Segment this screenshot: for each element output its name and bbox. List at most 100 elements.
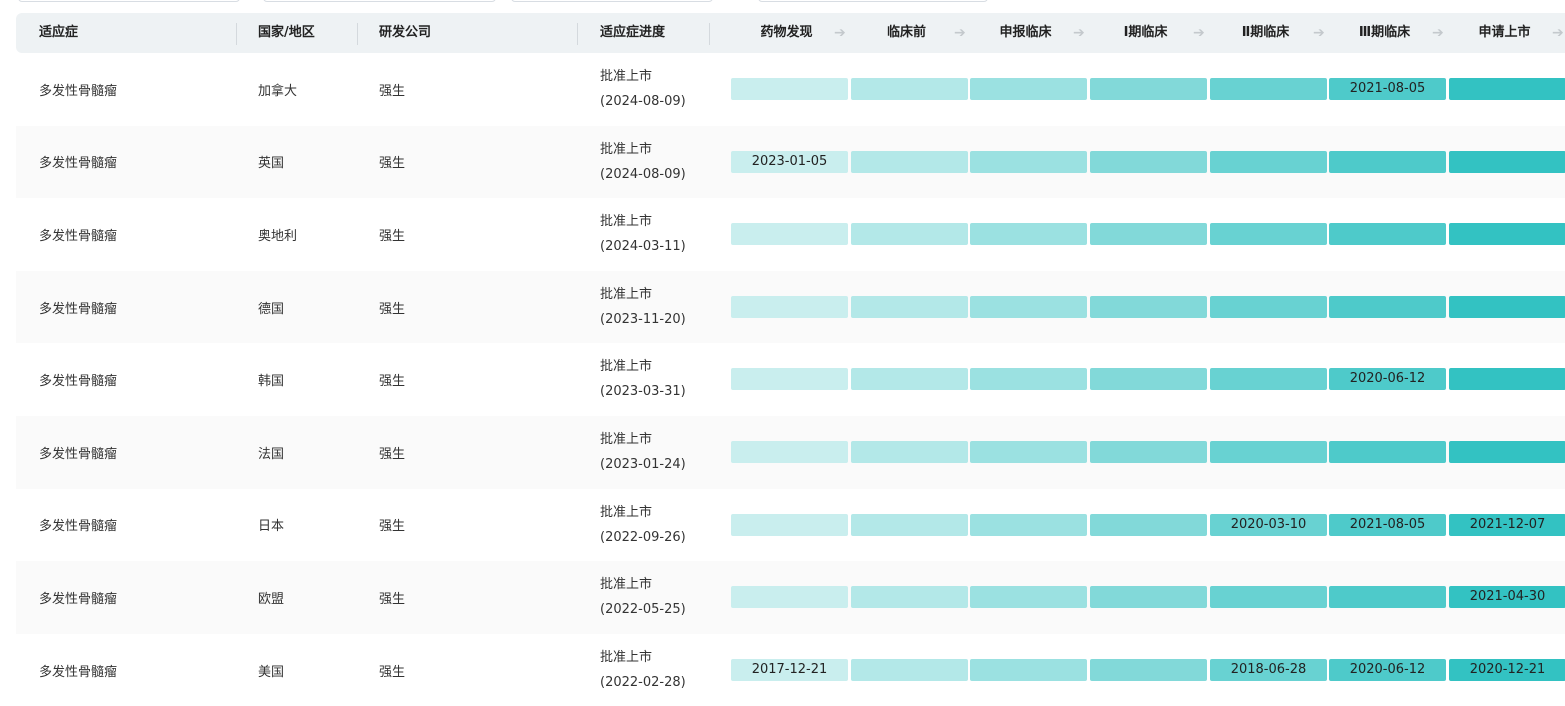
filter-select-1[interactable] <box>18 0 240 2</box>
stage-bar-6[interactable] <box>1329 223 1446 246</box>
stage-bar-7[interactable] <box>1449 368 1565 391</box>
filter-select-3[interactable] <box>511 0 713 2</box>
stage-bar-6[interactable] <box>1329 150 1446 173</box>
stage-bar-4[interactable] <box>1090 78 1207 100</box>
progress-status: 批准上市 (2024-08-09) <box>600 64 686 114</box>
stage-bar-4[interactable] <box>1090 513 1207 536</box>
table-row[interactable]: 多发性骨髓瘤 法国 强生 批准上市 (2023-01-24) <box>16 416 1565 489</box>
stage-bar-2[interactable] <box>851 295 968 318</box>
progress-status: 批准上市 (2023-01-24) <box>600 427 686 477</box>
stage-bar-1[interactable] <box>731 441 848 463</box>
stage-bar-6[interactable] <box>1329 295 1446 318</box>
stage-bar-4[interactable] <box>1090 658 1207 681</box>
indication: 多发性骨髓瘤 <box>39 664 118 680</box>
column-divider[interactable] <box>357 23 358 45</box>
table-row[interactable]: 多发性骨髓瘤 德国 强生 批准上市 (2023-11-20) <box>16 270 1565 344</box>
table-row[interactable]: 多发性骨髓瘤 英国 强生 批准上市 (2024-08-09) 2023-01-05 <box>16 125 1565 199</box>
stage-bar-3[interactable] <box>970 223 1087 246</box>
stage-bar-3[interactable] <box>970 513 1087 536</box>
status-date: (2023-03-31) <box>600 384 686 400</box>
table-row[interactable]: 多发性骨髓瘤 日本 强生 批准上市 (2022-09-26) 2020-03-10 2… <box>16 489 1565 562</box>
stage-bar-6[interactable]: 2021-08-05 <box>1329 78 1446 100</box>
stage-bar-2[interactable] <box>851 513 968 536</box>
stage-bar-1[interactable] <box>731 78 848 100</box>
stage-bar-1[interactable] <box>731 223 848 246</box>
progress-status: 批准上市 (2024-03-11) <box>600 209 686 259</box>
stage-bar-7[interactable]: 2020-12-21 <box>1449 658 1565 681</box>
stage-bar-5[interactable]: 2020-03-10 <box>1210 513 1327 536</box>
stage-bar-6[interactable] <box>1329 441 1446 463</box>
stage-bar-1[interactable] <box>731 513 848 536</box>
column-divider[interactable] <box>577 23 578 45</box>
header-stage-3: 申报临床 <box>999 25 1052 40</box>
indication: 多发性骨髓瘤 <box>39 228 118 244</box>
stage-bar-7[interactable] <box>1449 78 1565 100</box>
stage-bar-2[interactable] <box>851 586 968 609</box>
stage-bar-3[interactable] <box>970 368 1087 391</box>
stage-bar-7[interactable] <box>1449 223 1565 246</box>
status-date: (2022-09-26) <box>600 529 686 545</box>
column-divider[interactable] <box>236 23 237 45</box>
country: 英国 <box>258 156 285 172</box>
stage-bar-1[interactable] <box>731 295 848 318</box>
stage-bar-1[interactable]: 2017-12-21 <box>731 658 848 681</box>
stage-bar-6[interactable] <box>1329 586 1446 609</box>
stage-bar-4[interactable] <box>1090 586 1207 609</box>
stage-bar-5[interactable] <box>1210 150 1327 173</box>
stage-bar-5[interactable] <box>1210 441 1327 463</box>
stage-bar-5[interactable] <box>1210 368 1327 391</box>
column-divider[interactable] <box>709 23 710 45</box>
stage-bar-5[interactable] <box>1210 223 1327 246</box>
stage-bar-7[interactable] <box>1449 150 1565 173</box>
country: 奥地利 <box>258 228 298 244</box>
chevron-right-icon: ➔ <box>954 25 966 41</box>
stage-bar-7[interactable] <box>1449 441 1565 463</box>
stage-bar-4[interactable] <box>1090 368 1207 391</box>
stage-bar-6[interactable]: 2021-08-05 <box>1329 513 1446 536</box>
indication: 多发性骨髓瘤 <box>39 83 118 99</box>
stage-bar-4[interactable] <box>1090 150 1207 173</box>
stage-bar-2[interactable] <box>851 368 968 391</box>
stage-bar-7[interactable] <box>1449 295 1565 318</box>
stage-bar-3[interactable] <box>970 586 1087 609</box>
stage-bar-5[interactable] <box>1210 78 1327 100</box>
stage-bar-3[interactable] <box>970 78 1087 100</box>
stage-bar-2[interactable] <box>851 150 968 173</box>
table-row[interactable]: 多发性骨髓瘤 美国 强生 批准上市 (2022-02-28) 2017-12-21 2… <box>16 634 1565 706</box>
filter-select-2[interactable] <box>263 0 496 2</box>
stage-bar-1[interactable]: 2023-01-05 <box>731 150 848 173</box>
status-date: (2022-02-28) <box>600 674 686 690</box>
stage-bar-2[interactable] <box>851 78 968 100</box>
stage-bar-3[interactable] <box>970 441 1087 463</box>
stage-bar-6[interactable]: 2020-06-12 <box>1329 658 1446 681</box>
filter-select-4[interactable] <box>758 0 988 2</box>
header-stage-2: 临床前 <box>886 25 926 40</box>
stage-bar-3[interactable] <box>970 295 1087 318</box>
stage-bar-5[interactable] <box>1210 295 1327 318</box>
stage-bar-6[interactable]: 2020-06-12 <box>1329 368 1446 391</box>
progress-status: 批准上市 (2022-05-25) <box>600 572 686 622</box>
table-row[interactable]: 多发性骨髓瘤 加拿大 强生 批准上市 (2024-08-09) 2021-08-05 <box>16 53 1565 126</box>
stage-bar-2[interactable] <box>851 223 968 246</box>
stage-bar-7[interactable]: 2021-04-30 <box>1449 586 1565 609</box>
stage-bar-3[interactable] <box>970 658 1087 681</box>
stage-bar-1[interactable] <box>731 586 848 609</box>
company: 强生 <box>379 591 406 607</box>
stage-bar-4[interactable] <box>1090 223 1207 246</box>
stage-bar-5[interactable] <box>1210 586 1327 609</box>
stage-bar-4[interactable] <box>1090 295 1207 318</box>
stage-bar-2[interactable] <box>851 441 968 463</box>
stage-bar-4[interactable] <box>1090 441 1207 463</box>
stage-bar-3[interactable] <box>970 150 1087 173</box>
stage-bar-5[interactable]: 2018-06-28 <box>1210 658 1327 681</box>
stage-bar-2[interactable] <box>851 658 968 681</box>
status-text: 批准上市 <box>600 141 653 157</box>
progress-status: 批准上市 (2024-08-09) <box>600 137 686 187</box>
status-text: 批准上市 <box>600 577 653 593</box>
stage-bar-7[interactable]: 2021-12-07 <box>1449 513 1565 536</box>
table-row[interactable]: 多发性骨髓瘤 奥地利 强生 批准上市 (2024-03-11) <box>16 198 1565 271</box>
progress-status: 批准上市 (2023-11-20) <box>600 282 686 332</box>
table-row[interactable]: 多发性骨髓瘤 韩国 强生 批准上市 (2023-03-31) 2020-06-12 <box>16 343 1565 416</box>
table-row[interactable]: 多发性骨髓瘤 欧盟 强生 批准上市 (2022-05-25) 2021-04-30 <box>16 561 1565 634</box>
stage-bar-1[interactable] <box>731 368 848 391</box>
